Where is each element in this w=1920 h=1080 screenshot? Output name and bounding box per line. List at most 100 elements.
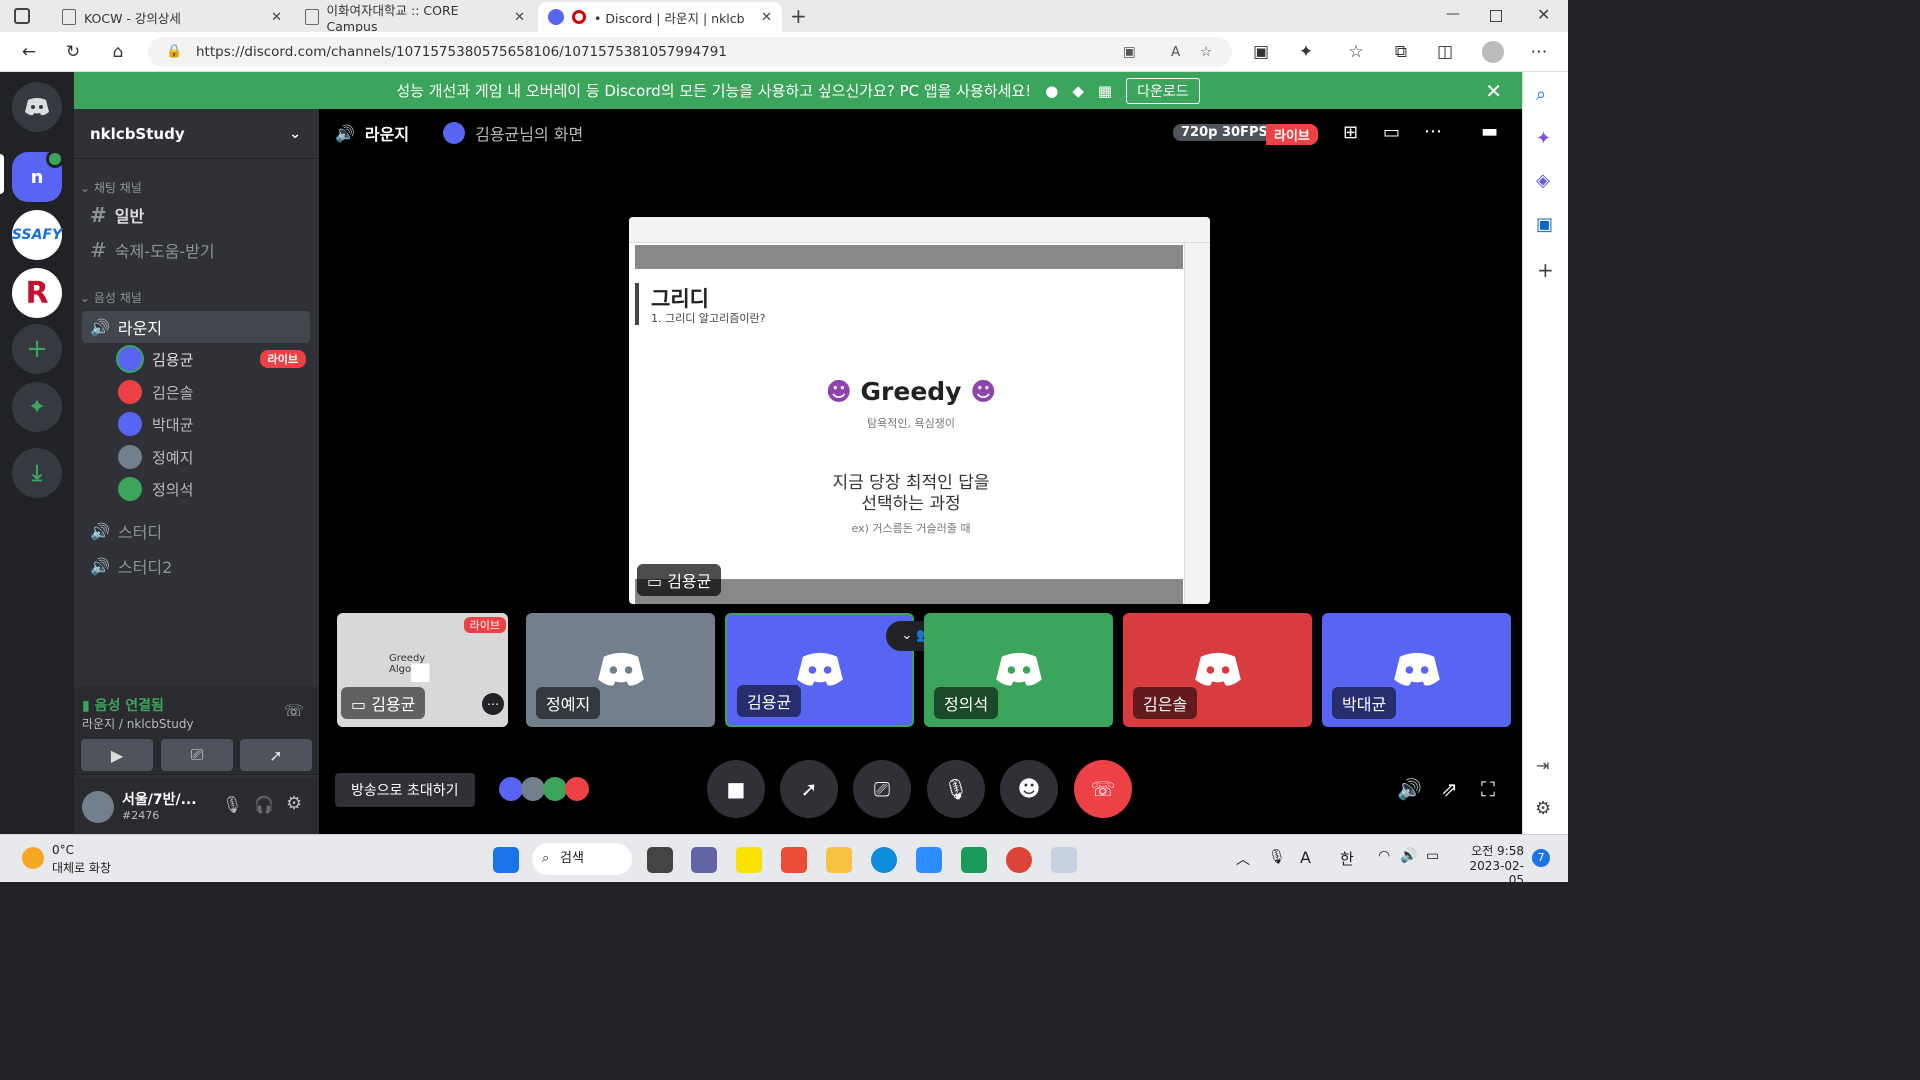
audio-app-icon[interactable] [961, 847, 987, 873]
shopping-icon[interactable]: ◈ [1536, 170, 1550, 191]
emoji-button[interactable]: ☻ [1000, 760, 1058, 818]
headphones-icon[interactable]: 🎧 [254, 795, 274, 814]
download-button[interactable]: 다운로드 [1126, 77, 1200, 104]
close-tab-icon[interactable]: ✕ [514, 10, 525, 25]
outlook-icon[interactable]: ▣ [1536, 214, 1553, 235]
screen-share-button[interactable]: ⎚ [853, 760, 911, 818]
avatar[interactable] [82, 791, 114, 823]
kakaotalk-icon[interactable] [736, 847, 762, 873]
participant-tile[interactable]: 김은솔 [1123, 613, 1312, 727]
activity-button[interactable]: ➚ [240, 739, 312, 771]
explore-icon[interactable]: ✦ [12, 382, 62, 432]
user-settings-icon[interactable]: ⚙ [286, 793, 302, 814]
window-close-icon[interactable]: ✕ [1537, 5, 1550, 24]
voice-user[interactable]: 박대균 [118, 409, 306, 439]
taskbar-search[interactable]: ⌕ 검색 [532, 843, 632, 875]
store-icon[interactable] [781, 847, 807, 873]
volume-tray-icon[interactable]: 🔊 [1400, 848, 1417, 864]
search-icon[interactable]: ⌕ [1536, 84, 1546, 105]
download-apps-icon[interactable]: ⤓ [12, 448, 62, 498]
url-field[interactable]: 🔒 https://discord.com/channels/107157538… [148, 37, 1232, 67]
activity-button[interactable]: ➚ [780, 760, 838, 818]
invite-to-stream-button[interactable]: 방송으로 초대하기 [335, 773, 475, 807]
microphone-icon[interactable]: 🎙 [222, 795, 242, 814]
voice-user[interactable]: 정의석 [118, 474, 306, 504]
participant-tile[interactable]: 정의석 [924, 613, 1113, 727]
back-icon[interactable]: ← [18, 41, 40, 63]
fullscreen-icon[interactable]: ⛶ [1481, 777, 1495, 801]
refresh-icon[interactable]: ↻ [62, 41, 84, 63]
server-nklcbstudy[interactable]: n [12, 150, 64, 202]
voice-channel-study[interactable]: 🔊 스터디 [82, 515, 310, 547]
add-sidebar-icon[interactable]: + [1537, 258, 1554, 282]
tab-discord[interactable]: • Discord | 라운지 | nklcbStu ✕ [538, 2, 782, 32]
server-ssafy[interactable]: SSAFY [12, 210, 62, 260]
microphone-button[interactable]: 🎙 [927, 760, 985, 818]
more-menu-icon[interactable]: ⋯ [1528, 41, 1550, 63]
participant-tile[interactable]: 박대균 [1322, 613, 1511, 727]
participant-tile[interactable]: 정예지 [526, 613, 715, 727]
mic-tray-icon[interactable]: 🎙 [1268, 849, 1286, 865]
tray-overflow-icon[interactable]: ︿ [1236, 849, 1250, 869]
close-tab-icon[interactable]: ✕ [761, 10, 772, 25]
zoom-icon[interactable] [916, 847, 942, 873]
stream-preview-tile[interactable]: Greedy Algo ■ 라이브 ▭ 김용균 ⋯ [337, 613, 508, 727]
camera-blocked-icon[interactable]: ▣ [1123, 37, 1136, 67]
favorites-icon[interactable]: ☆ [1345, 41, 1367, 63]
server-header[interactable]: nklcbStudy ⌄ [74, 109, 319, 159]
extensions-icon[interactable]: ✦ [1295, 41, 1317, 63]
voice-user[interactable]: 김은솔 [118, 377, 306, 407]
edge-bar-icon[interactable]: ◫ [1434, 41, 1456, 63]
channel-general[interactable]: # 일반 [82, 199, 310, 231]
sidebar-layout-icon[interactable]: ⇥ [1536, 756, 1549, 775]
add-server-icon[interactable]: + [12, 324, 62, 374]
category-text[interactable]: ⌄ 채팅 채널 [80, 179, 142, 196]
grid-layout-icon[interactable]: ⊞ [1343, 122, 1358, 143]
home-icon[interactable]: ⌂ [107, 41, 129, 63]
banner-close-icon[interactable]: ✕ [1485, 79, 1502, 103]
screen-share-button[interactable]: ⎚ [161, 739, 233, 771]
app-icon[interactable]: ▣ [1250, 41, 1272, 63]
edge-icon[interactable] [871, 847, 897, 873]
voice-channel-lounge[interactable]: 🔊 라운지 [82, 311, 310, 343]
server-r[interactable]: R [12, 268, 62, 318]
voice-connected-status[interactable]: ▮ 음성 연결됨 [82, 695, 164, 715]
video-button[interactable]: ▶ [81, 739, 153, 771]
settings-icon[interactable]: ⚙ [1535, 798, 1551, 819]
file-explorer-icon[interactable] [826, 847, 852, 873]
more-options-icon[interactable]: ⋯ [1424, 121, 1442, 142]
collections-icon[interactable]: ⧉ [1390, 41, 1412, 63]
minimize-icon[interactable]: — [1446, 6, 1460, 22]
volume-icon[interactable]: 🔊 [1397, 777, 1422, 801]
profile-avatar[interactable] [1482, 41, 1504, 63]
disconnect-icon[interactable]: ☏ [284, 701, 304, 720]
teams-icon[interactable] [691, 847, 717, 873]
tab-core-campus[interactable]: 이화여자대학교 :: CORE Campus ✕ [295, 2, 535, 34]
add-favorite-icon[interactable]: ☆ [1200, 37, 1212, 67]
start-icon[interactable] [493, 847, 519, 873]
popout-icon[interactable]: ▭ [1383, 122, 1400, 143]
close-tab-icon[interactable]: ✕ [271, 10, 282, 25]
battery-icon[interactable]: ▭ [1426, 848, 1439, 864]
channel-homework[interactable]: # 숙제-도움-받기 [82, 234, 310, 266]
new-tab-icon[interactable]: + [790, 4, 807, 28]
voice-user[interactable]: 정예지 [118, 442, 306, 472]
popout-window-icon[interactable]: ⇗ [1441, 777, 1458, 801]
camera-button[interactable]: ■ [707, 760, 765, 818]
voice-channel-study2[interactable]: 🔊 스터디2 [82, 550, 310, 582]
category-voice[interactable]: ⌄ 음성 채널 [80, 289, 142, 306]
participant-tile[interactable]: 김용균 ⌄ 👥 [725, 613, 948, 727]
copilot-icon[interactable]: ✦ [1536, 128, 1551, 149]
wifi-icon[interactable]: ◠ [1378, 848, 1390, 864]
chrome-icon[interactable] [1006, 847, 1032, 873]
tab-kocw[interactable]: KOCW - 강의상세 ✕ [52, 2, 292, 32]
more-options-icon[interactable]: ⋯ [482, 693, 504, 715]
leave-call-button[interactable]: ☏ [1074, 760, 1132, 818]
screen-share-view[interactable]: 그리디 1. 그리디 알고리즘이란? ☻ Greedy ☻ 탐욕적인, 욕심쟁이… [629, 217, 1210, 604]
weather-icon[interactable] [22, 847, 44, 869]
chat-icon[interactable]: ▬ [1481, 121, 1498, 142]
discord-home-icon[interactable] [12, 82, 62, 132]
read-aloud-icon[interactable]: A [1171, 37, 1180, 67]
ime-mode-icon[interactable]: A [1300, 848, 1311, 867]
tab-actions-icon[interactable] [14, 8, 30, 24]
